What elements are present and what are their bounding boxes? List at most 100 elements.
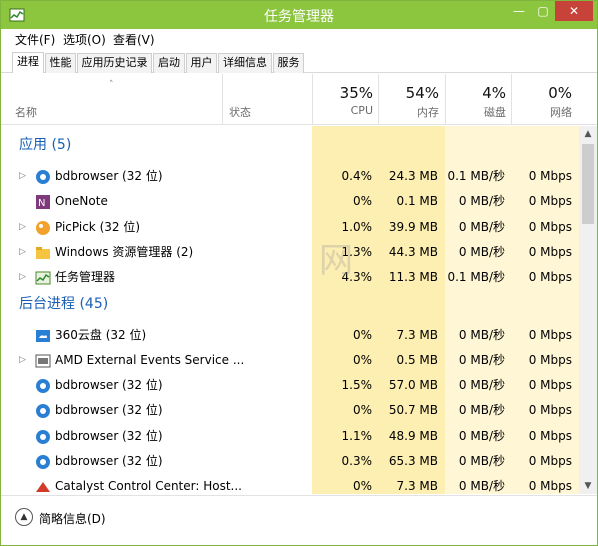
cpu-value: 0% (352, 479, 372, 494)
360-cloud-icon (36, 329, 50, 342)
memory-value: 48.9 MB (388, 428, 438, 443)
process-name: bdbrowser (32 位) (55, 454, 163, 468)
process-name: PicPick (32 位) (55, 219, 141, 234)
menu-options[interactable]: 选项(O) (63, 31, 106, 48)
expand-chevron-icon[interactable]: ▷ (19, 215, 29, 240)
network-value: 0 Mbps (528, 169, 572, 183)
memory-value: 7.3 MB (396, 479, 438, 494)
tab-processes[interactable]: 进程 (12, 52, 44, 73)
disk-value: 0 MB/秒 (458, 378, 505, 393)
process-row[interactable]: bdbrowser (32 位) 0.3% 65.3 MB 0 MB/秒 0 Mbps (1, 449, 579, 474)
network-value: 0 Mbps (528, 378, 572, 393)
column-cpu[interactable]: CPU (313, 104, 373, 117)
close-button[interactable]: ✕ (555, 1, 593, 21)
disk-value: 0 MB/秒 (458, 403, 505, 418)
bdbrowser-icon (36, 170, 50, 184)
process-name: bdbrowser (32 位) (55, 378, 163, 393)
disk-value: 0 MB/秒 (458, 479, 505, 494)
cpu-total-pct[interactable]: 35% (313, 84, 373, 102)
catalyst-icon (36, 482, 50, 493)
group-header: 后台进程 (45) (19, 295, 109, 312)
column-name[interactable]: 名称 (15, 104, 37, 120)
process-name: Catalyst Control Center: Host... (55, 479, 242, 494)
picpick-icon (36, 220, 50, 235)
disk-value: 0 MB/秒 (458, 219, 505, 234)
column-network[interactable]: 网络 (512, 104, 572, 120)
task-manager-icon (35, 271, 51, 285)
expand-chevron-icon[interactable]: ▷ (19, 240, 29, 265)
bdbrowser-icon (36, 455, 50, 469)
expand-chevron-icon[interactable]: ▷ (19, 265, 29, 290)
chevron-up-icon[interactable]: ▲ (15, 508, 33, 526)
process-row[interactable]: ▷ bdbrowser (32 位) 0.4% 24.3 MB 0.1 MB/秒 0 Mb… (1, 164, 579, 189)
watermark: 网 (319, 241, 353, 281)
process-row[interactable]: Catalyst Control Center: Host... 0% 7.3 MB… (1, 474, 579, 494)
cpu-value: 0.3% (341, 454, 373, 468)
tab-services[interactable]: 服务 (273, 53, 304, 73)
menu-view[interactable]: 查看(V) (113, 31, 155, 48)
title-bar[interactable]: 任务管理器 — ▢ ✕ (1, 1, 597, 29)
tab-startup[interactable]: 启动 (153, 53, 185, 73)
tab-app-history[interactable]: 应用历史记录 (77, 53, 152, 73)
memory-value: 7.3 MB (396, 327, 438, 342)
tab-bar: 进程 性能 应用历史记录 启动 用户 详细信息 服务 (1, 49, 597, 73)
column-memory[interactable]: 内存 (379, 104, 439, 120)
process-name: Windows 资源管理器 (2) (55, 244, 194, 259)
vertical-scrollbar[interactable]: ▲ ▼ (579, 126, 597, 494)
network-value: 0 Mbps (528, 219, 572, 234)
column-status[interactable]: 状态 (229, 104, 251, 120)
status-bar: ▲ 简略信息(D) (1, 495, 597, 545)
tab-users[interactable]: 用户 (186, 53, 217, 73)
network-total-pct[interactable]: 0% (512, 84, 572, 102)
disk-value: 0 MB/秒 (458, 352, 505, 367)
process-row[interactable]: 360云盘 (32 位) 0% 7.3 MB 0 MB/秒 0 Mbps (1, 323, 579, 348)
scroll-up-icon[interactable]: ▲ (579, 126, 597, 142)
network-value: 0 Mbps (528, 428, 572, 443)
tab-performance[interactable]: 性能 (45, 53, 76, 73)
disk-value: 0.1 MB/秒 (447, 270, 505, 285)
expand-chevron-icon[interactable]: ▷ (19, 348, 29, 373)
fewer-details-link[interactable]: 简略信息(D) (39, 510, 106, 527)
tab-details[interactable]: 详细信息 (218, 53, 272, 73)
process-row[interactable]: bdbrowser (32 位) 0% 50.7 MB 0 MB/秒 0 Mbps (1, 398, 579, 423)
cpu-value: 0% (352, 352, 372, 367)
network-value: 0 Mbps (528, 244, 572, 259)
process-row[interactable]: bdbrowser (32 位) 1.1% 48.9 MB 0 MB/秒 0 Mbps (1, 424, 579, 449)
memory-value: 50.7 MB (388, 403, 438, 418)
disk-value: 0 MB/秒 (458, 194, 505, 209)
amd-service-icon (35, 354, 51, 368)
cpu-value: 0% (352, 327, 372, 342)
bdbrowser-icon (36, 404, 50, 419)
memory-value: 57.0 MB (388, 378, 438, 393)
network-value: 0 Mbps (528, 479, 572, 494)
memory-total-pct[interactable]: 54% (379, 84, 439, 102)
process-row[interactable]: ▷ PicPick (32 位) 1.0% 39.9 MB 0 MB/秒 0 Mbps (1, 215, 579, 240)
menu-bar: 文件(F) 选项(O) 查看(V) (1, 29, 597, 49)
process-row[interactable]: N OneNote 0% 0.1 MB 0 MB/秒 0 Mbps (1, 189, 579, 214)
process-name: 任务管理器 (55, 270, 116, 285)
maximize-button[interactable]: ▢ (531, 1, 555, 21)
disk-value: 0 MB/秒 (458, 454, 505, 468)
menu-file[interactable]: 文件(F) (15, 31, 55, 48)
minimize-button[interactable]: — (507, 1, 531, 21)
scroll-down-icon[interactable]: ▼ (579, 478, 597, 494)
process-name: AMD External Events Service ... (55, 352, 245, 367)
cpu-value: 0.4% (341, 169, 373, 183)
memory-value: 0.5 MB (396, 352, 438, 367)
process-name: bdbrowser (32 位) (55, 169, 163, 183)
disk-total-pct[interactable]: 4% (446, 84, 506, 102)
column-disk[interactable]: 磁盘 (446, 104, 506, 120)
expand-chevron-icon[interactable]: ▷ (19, 164, 29, 189)
process-row[interactable]: ▷ Windows 资源管理器 (2) 1.3% 44.3 MB 0 MB/秒 0 Mbp… (1, 240, 579, 265)
memory-value: 44.3 MB (388, 244, 438, 259)
bdbrowser-icon (36, 379, 50, 394)
cpu-value: 0% (352, 194, 372, 209)
bdbrowser-icon (36, 429, 50, 444)
explorer-icon (36, 246, 50, 259)
network-value: 0 Mbps (528, 270, 572, 285)
network-value: 0 Mbps (528, 194, 572, 209)
process-row[interactable]: bdbrowser (32 位) 1.5% 57.0 MB 0 MB/秒 0 Mbps (1, 373, 579, 398)
scroll-thumb[interactable] (582, 144, 594, 224)
process-row[interactable]: ▷ AMD External Events Service ... 0% 0.5 MB… (1, 348, 579, 373)
process-row[interactable]: ▷ 任务管理器 4.3% 11.3 MB 0.1 MB/秒 0 Mbps (1, 265, 579, 290)
